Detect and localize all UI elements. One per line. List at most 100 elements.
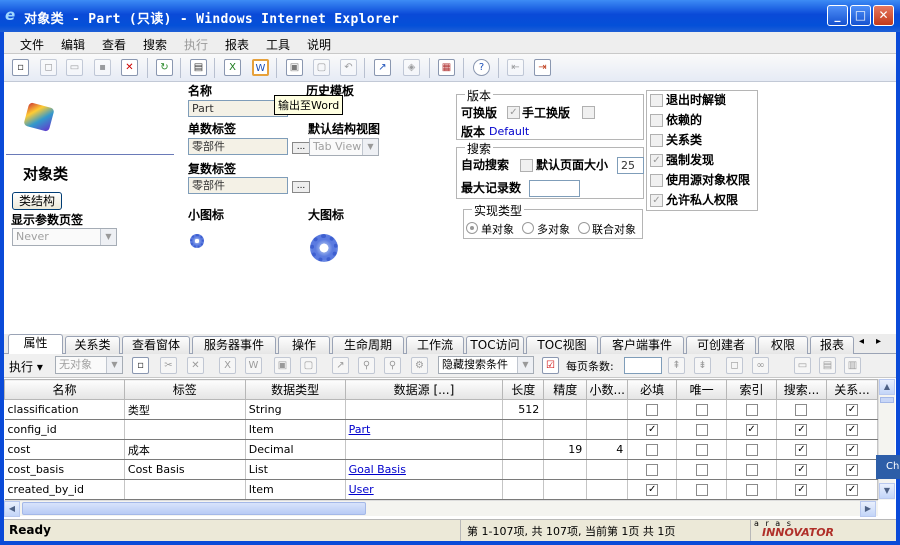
cell-rel[interactable]: ✓ <box>826 399 878 420</box>
minimize-button[interactable]: _ <box>827 5 848 26</box>
cell-required[interactable] <box>627 439 678 460</box>
cell-precision[interactable]: 19 <box>543 439 588 460</box>
grid-vertical-scrollbar[interactable]: ▲ ▼ <box>878 379 895 500</box>
exit-icon[interactable]: ⇥ <box>534 59 551 76</box>
cell-search[interactable]: ✓ <box>776 459 827 480</box>
cell-length[interactable]: 512 <box>502 399 545 420</box>
cell-name[interactable]: cost_basis <box>4 459 125 480</box>
menu-edit[interactable]: 编辑 <box>61 36 85 53</box>
tab-permissions[interactable]: 权限 <box>758 336 808 354</box>
cell-source[interactable] <box>345 399 504 420</box>
cell-required[interactable]: ✓ <box>627 479 678 500</box>
table-row[interactable]: cost_basis Cost Basis List Goal Basis ✓ ✓ <box>4 459 878 480</box>
cell-source[interactable] <box>345 439 504 460</box>
rel-checkbox[interactable]: ✓ <box>845 424 858 436</box>
cell-length[interactable] <box>502 419 545 440</box>
cell-precision[interactable] <box>543 419 588 440</box>
cell-precision[interactable] <box>543 459 588 480</box>
tab-views[interactable]: 查看窗体 <box>122 336 190 354</box>
new-icon[interactable]: ▫ <box>12 59 29 76</box>
page-size-field[interactable] <box>624 357 662 374</box>
scroll-thumb[interactable] <box>880 397 894 403</box>
data-source-link[interactable]: Goal Basis <box>349 463 406 476</box>
tab-reports[interactable]: 报表 <box>810 336 854 354</box>
singular-label-field[interactable]: 零部件 <box>188 138 288 155</box>
cell-unique[interactable] <box>676 399 728 420</box>
search-checkbox[interactable]: ✓ <box>795 484 808 496</box>
menu-help[interactable]: 说明 <box>307 36 331 53</box>
tab-can-add[interactable]: 可创建者 <box>686 336 756 354</box>
default-page-size-field[interactable]: 25 <box>617 157 644 174</box>
tab-client-events[interactable]: 客户端事件 <box>600 336 684 354</box>
cell-label[interactable] <box>124 419 246 440</box>
col-header-searchable[interactable]: 搜索... <box>776 379 827 400</box>
col-header-required[interactable]: 必填 <box>627 379 678 400</box>
cell-type[interactable]: Item <box>245 479 346 500</box>
col-header-data-source[interactable]: 数据源 [...] <box>344 379 504 400</box>
cell-rel[interactable]: ✓ <box>826 479 878 500</box>
print-icon[interactable]: ▤ <box>190 59 207 76</box>
cell-required[interactable]: ✓ <box>627 419 678 440</box>
cell-indexed[interactable] <box>726 459 777 480</box>
close-button[interactable]: ✕ <box>873 5 894 26</box>
scroll-thumb[interactable] <box>22 502 366 515</box>
search-checkbox[interactable]: ✓ <box>795 464 808 476</box>
cell-indexed[interactable] <box>726 399 777 420</box>
tab-properties[interactable]: 属性 <box>8 334 63 355</box>
execute-menu[interactable]: 执行 ▾ <box>9 358 43 375</box>
cell-name[interactable]: config_id <box>4 419 125 440</box>
cell-scale[interactable] <box>586 419 629 440</box>
col-header-unique[interactable]: 唯一 <box>676 379 728 400</box>
hidden-search-select[interactable]: 隐藏搜索条件 ▼ <box>438 356 534 374</box>
tab-actions[interactable]: 操作 <box>278 336 330 354</box>
tab-server-events[interactable]: 服务器事件 <box>192 336 276 354</box>
table-row[interactable]: created_by_id Item User ✓ ✓ ✓ <box>4 479 878 500</box>
cell-length[interactable] <box>502 439 545 460</box>
cell-type[interactable]: List <box>245 459 346 480</box>
rel-checkbox[interactable]: ✓ <box>845 444 858 456</box>
col-header-scale[interactable]: 小数... <box>586 379 629 400</box>
singular-label-ellipsis-button[interactable]: ... <box>292 142 310 154</box>
side-tab[interactable]: Ch <box>876 455 900 479</box>
cell-search[interactable]: ✓ <box>776 419 827 440</box>
cell-indexed[interactable]: ✓ <box>726 419 777 440</box>
maximize-button[interactable]: □ <box>850 5 871 26</box>
unique-checkbox[interactable] <box>695 484 708 496</box>
required-checkbox[interactable]: ✓ <box>646 424 659 436</box>
indexed-checkbox[interactable] <box>745 484 758 496</box>
export-word-icon[interactable]: W <box>252 59 269 76</box>
export-excel-icon[interactable]: X <box>224 59 241 76</box>
tab-scroll-left-icon[interactable]: ◂ <box>859 336 864 347</box>
class-structure-button[interactable]: 类结构 <box>12 192 62 210</box>
menu-tools[interactable]: 工具 <box>266 36 290 53</box>
cell-rel[interactable]: ✓ <box>826 419 878 440</box>
cell-length[interactable] <box>502 459 545 480</box>
scroll-right-icon[interactable]: ▶ <box>860 501 876 517</box>
rel-checkbox[interactable]: ✓ <box>845 404 858 416</box>
required-checkbox[interactable] <box>646 444 659 456</box>
cell-required[interactable] <box>627 459 678 480</box>
cell-unique[interactable] <box>676 419 728 440</box>
scroll-up-icon[interactable]: ▲ <box>879 379 895 395</box>
menu-view[interactable]: 查看 <box>102 36 126 53</box>
col-header-precision[interactable]: 精度 <box>543 379 588 400</box>
required-checkbox[interactable] <box>646 464 659 476</box>
col-header-relationship[interactable]: 关系... <box>825 379 878 400</box>
required-checkbox[interactable] <box>646 404 659 416</box>
rel-checkbox[interactable]: ✓ <box>845 464 858 476</box>
cell-search[interactable]: ✓ <box>776 479 827 500</box>
structure-icon[interactable]: ▦ <box>438 59 455 76</box>
grid-horizontal-scrollbar[interactable]: ◀ ▶ <box>4 500 878 517</box>
cell-scale[interactable] <box>586 399 629 420</box>
cell-indexed[interactable] <box>726 479 777 500</box>
col-header-length[interactable]: 长度 <box>502 379 545 400</box>
tab-toc-access[interactable]: TOC访问 <box>466 336 524 354</box>
menu-file[interactable]: 文件 <box>20 36 44 53</box>
cell-precision[interactable] <box>543 479 588 500</box>
cell-indexed[interactable] <box>726 439 777 460</box>
new-row-icon[interactable]: ▫ <box>132 357 149 374</box>
cell-scale[interactable]: 4 <box>586 439 629 460</box>
cell-source[interactable]: User <box>345 479 504 500</box>
menu-report[interactable]: 报表 <box>225 36 249 53</box>
indexed-checkbox[interactable] <box>745 404 758 416</box>
